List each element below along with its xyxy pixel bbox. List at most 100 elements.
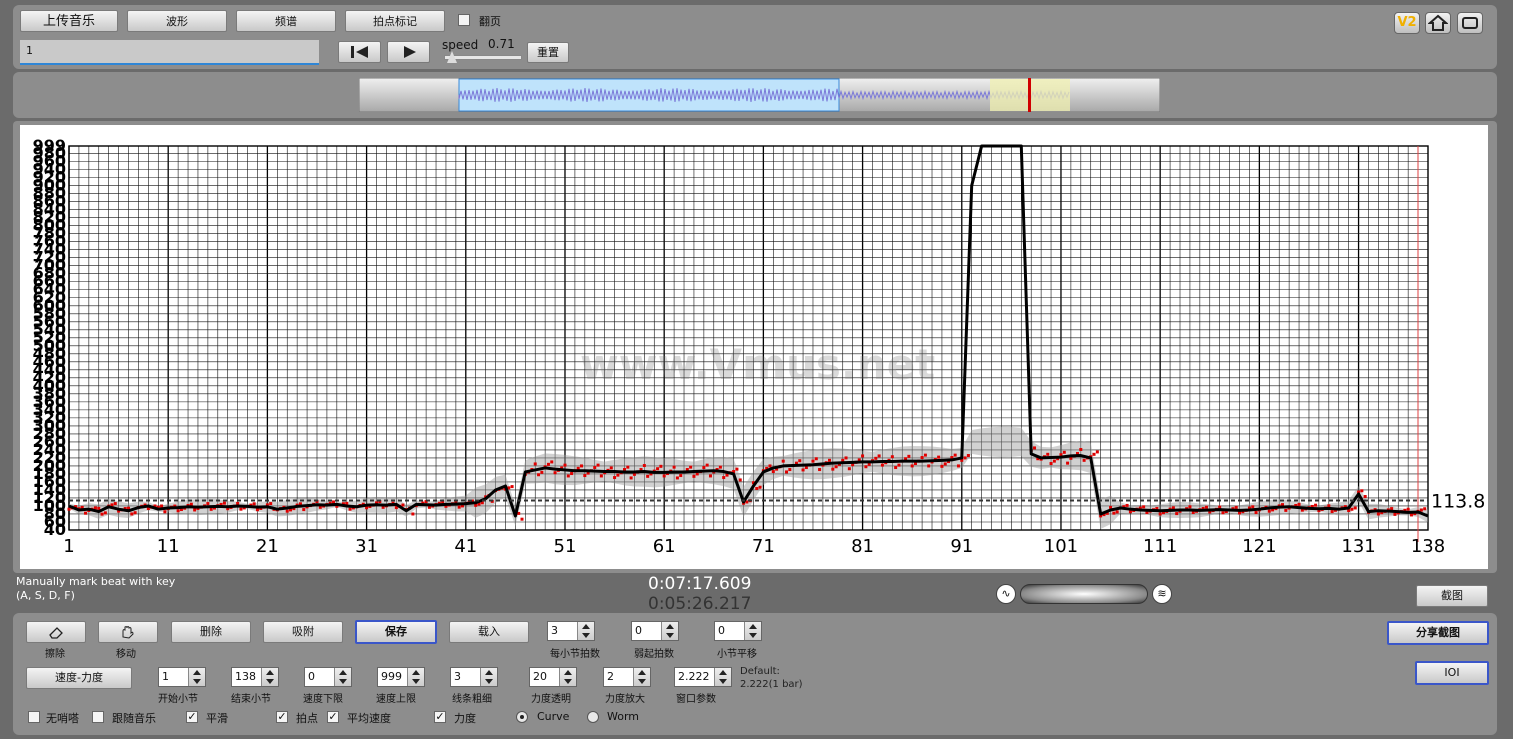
tempo-dynamics-button[interactable]: 速度-力度 <box>26 667 132 689</box>
beat-point <box>788 468 792 472</box>
share-screenshot-button[interactable]: 分享截图 <box>1387 621 1489 645</box>
window-param-stepper[interactable]: 2.222 <box>674 667 732 687</box>
screenshot-button[interactable]: 截图 <box>1416 585 1488 607</box>
beat-point <box>1350 507 1354 511</box>
pickup-stepper[interactable]: 0 <box>631 621 679 641</box>
beats-per-bar-stepper[interactable]: 3 <box>547 621 595 641</box>
tempo-min-stepper[interactable]: 0 <box>304 667 352 687</box>
manual-hint-line1: Manually mark beat with key <box>16 575 176 588</box>
erase-button[interactable] <box>26 621 86 643</box>
bar-shift-stepper[interactable]: 0 <box>714 621 762 641</box>
beat-point <box>613 476 617 480</box>
spin-arrows-icon[interactable] <box>407 668 424 686</box>
beat-point <box>877 454 881 458</box>
upload-music-button[interactable]: 上传音乐 <box>20 10 118 32</box>
worm-radio[interactable] <box>587 711 599 723</box>
start-bar-stepper[interactable]: 1 <box>158 667 206 687</box>
wave-large-icon: ≋ <box>1152 584 1172 604</box>
speed-value: 0.71 <box>488 37 515 51</box>
spin-arrows-icon[interactable] <box>261 668 278 686</box>
spin-arrows-icon[interactable] <box>577 622 594 640</box>
page-turn-label: 翻页 <box>479 15 501 28</box>
beat-point <box>718 465 722 469</box>
beat-point <box>176 509 180 513</box>
beat-point <box>285 509 289 513</box>
spin-arrows-icon[interactable] <box>633 668 650 686</box>
beat-point <box>1095 450 1099 454</box>
worm-label: Worm <box>607 710 640 723</box>
spin-arrows-icon[interactable] <box>334 668 351 686</box>
beat-point <box>113 502 117 506</box>
beat-point <box>1251 505 1255 509</box>
beat-point <box>1142 505 1146 509</box>
volume-slider[interactable] <box>1020 584 1148 604</box>
avg-tempo-checkbox[interactable]: ✓ <box>327 711 339 723</box>
beat-point <box>1353 506 1357 510</box>
line-width-label: 线条粗细 <box>452 694 492 705</box>
spin-arrows-icon[interactable] <box>188 668 205 686</box>
speed-slider-handle[interactable] <box>447 51 457 63</box>
no-metronome-checkbox[interactable] <box>28 711 40 723</box>
beat-point <box>67 507 71 511</box>
beat-point <box>189 502 193 506</box>
spin-arrows-icon[interactable] <box>661 622 678 640</box>
v2-icon[interactable]: V2 <box>1394 12 1420 34</box>
beat-point <box>679 474 683 478</box>
smooth-checkbox[interactable]: ✓ <box>186 711 198 723</box>
beat-point <box>758 485 762 489</box>
move-button[interactable] <box>98 621 158 643</box>
dynamics-scale-stepper[interactable]: 2 <box>603 667 651 687</box>
dynamics-label: 力度 <box>454 712 476 725</box>
waveform-button[interactable]: 波形 <box>127 10 227 32</box>
hand-icon <box>122 626 134 639</box>
erase-label: 擦除 <box>45 649 65 660</box>
beat-points-checkbox[interactable]: ✓ <box>276 711 288 723</box>
beat-point <box>93 506 97 510</box>
tempo-max-stepper[interactable]: 999 <box>377 667 425 687</box>
play-button[interactable] <box>387 41 430 63</box>
beat-point <box>302 508 306 512</box>
beat-point <box>897 463 901 467</box>
end-bar-stepper[interactable]: 138 <box>231 667 279 687</box>
skip-to-start-button[interactable] <box>338 41 381 63</box>
reset-button[interactable]: 重置 <box>527 42 569 63</box>
beat-point <box>269 502 273 506</box>
load-button[interactable]: 载入 <box>449 621 529 643</box>
beat-point <box>847 467 851 471</box>
file-name-value: 1 <box>26 44 33 57</box>
beat-point <box>689 465 693 469</box>
beat-point <box>236 501 240 505</box>
beat-point <box>222 501 226 505</box>
file-name-field[interactable]: 1 <box>20 40 319 65</box>
volume-control[interactable]: ∿ ≋ <box>996 583 1172 605</box>
beat-point <box>923 453 927 457</box>
spin-arrows-icon[interactable] <box>480 668 497 686</box>
pickup-label: 弱起拍数 <box>634 649 674 660</box>
page-turn-checkbox[interactable] <box>458 14 470 26</box>
snap-button[interactable]: 吸附 <box>263 621 343 643</box>
save-button[interactable]: 保存 <box>355 620 437 644</box>
beat-mark-button[interactable]: 拍点标记 <box>345 10 445 32</box>
overview-waveform[interactable] <box>359 78 1160 112</box>
spin-arrows-icon[interactable] <box>714 668 731 686</box>
spectrum-button[interactable]: 频谱 <box>236 10 336 32</box>
beat-point <box>570 472 574 476</box>
fullscreen-icon[interactable] <box>1457 12 1483 34</box>
beat-point <box>533 462 537 466</box>
beat-point <box>755 487 759 491</box>
dynamics-opacity-stepper[interactable]: 20 <box>529 667 577 687</box>
beat-point <box>1393 512 1397 516</box>
ioi-button[interactable]: IOI <box>1415 661 1489 685</box>
home-icon[interactable] <box>1425 12 1451 34</box>
spin-arrows-icon[interactable] <box>744 622 761 640</box>
curve-radio[interactable] <box>516 711 528 723</box>
line-width-stepper[interactable]: 3 <box>450 667 498 687</box>
follow-music-checkbox[interactable] <box>92 711 104 723</box>
delete-button[interactable]: 删除 <box>171 621 251 643</box>
beat-point <box>252 502 256 506</box>
spin-arrows-icon[interactable] <box>559 668 576 686</box>
default-line2: 2.222(1 bar) <box>740 679 803 690</box>
dynamics-checkbox[interactable]: ✓ <box>434 711 446 723</box>
smooth-label: 平滑 <box>206 712 228 725</box>
beat-point <box>963 456 967 460</box>
